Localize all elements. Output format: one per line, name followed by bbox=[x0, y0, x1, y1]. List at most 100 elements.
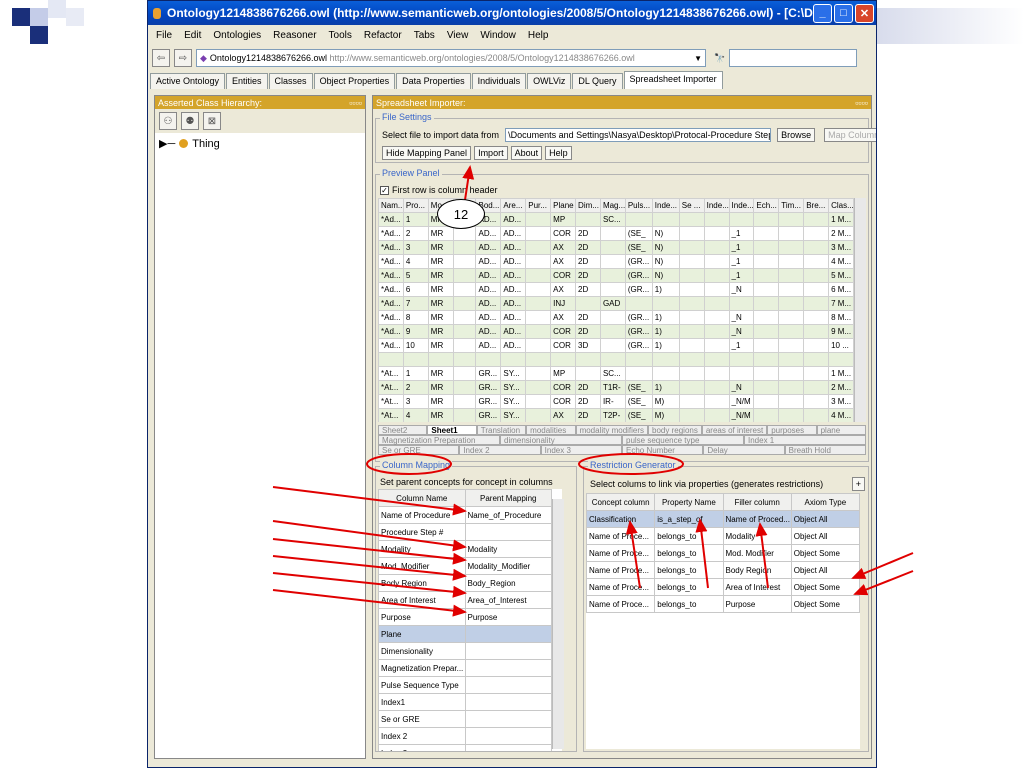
column-mapping-cell[interactable]: Area of Interest bbox=[378, 591, 466, 609]
preview-cell[interactable]: AD... bbox=[500, 240, 527, 255]
preview-cell[interactable] bbox=[703, 352, 730, 367]
preview-cell[interactable]: 2D bbox=[575, 282, 601, 297]
preview-column-header[interactable]: Are... bbox=[500, 198, 527, 213]
forward-icon[interactable]: ⇨ bbox=[174, 49, 192, 67]
preview-cell[interactable] bbox=[778, 366, 805, 381]
preview-cell[interactable] bbox=[550, 352, 577, 367]
preview-cell[interactable]: (GR... bbox=[624, 338, 653, 353]
preview-cell[interactable]: *At... bbox=[378, 380, 404, 395]
preview-cell[interactable]: AX bbox=[550, 254, 577, 269]
preview-cell[interactable] bbox=[525, 324, 552, 339]
preview-cell[interactable]: 4 M... bbox=[828, 408, 854, 422]
preview-cell[interactable] bbox=[678, 310, 705, 325]
preview-cell[interactable]: AD... bbox=[475, 338, 502, 353]
preview-cell[interactable] bbox=[678, 394, 705, 409]
preview-cell[interactable]: _1 bbox=[728, 338, 755, 353]
preview-cell[interactable] bbox=[678, 380, 705, 395]
preview-column-header[interactable]: Plane bbox=[550, 198, 577, 213]
preview-cell[interactable] bbox=[575, 296, 601, 311]
preview-cell[interactable]: GR... bbox=[475, 394, 502, 409]
preview-cell[interactable]: AD... bbox=[475, 324, 502, 339]
preview-column-header[interactable]: Dim... bbox=[575, 198, 601, 213]
restriction-cell[interactable]: is_a_step_of bbox=[654, 510, 724, 528]
preview-cell[interactable] bbox=[525, 366, 552, 381]
preview-cell[interactable]: (SE_ bbox=[624, 394, 653, 409]
preview-cell[interactable] bbox=[678, 296, 705, 311]
preview-cell[interactable] bbox=[703, 268, 730, 283]
preview-cell[interactable]: 2 bbox=[402, 226, 429, 241]
restriction-row[interactable]: Name of Proce... belongs_to Body Region Obj… bbox=[585, 561, 861, 579]
delete-class-icon[interactable]: ⊠ bbox=[203, 112, 221, 130]
column-mapping-cell[interactable]: Modality bbox=[464, 540, 552, 558]
preview-cell[interactable]: M) bbox=[651, 408, 680, 422]
preview-column-header[interactable]: Inde... bbox=[651, 198, 680, 213]
preview-cell[interactable]: 3 M... bbox=[828, 394, 854, 409]
preview-cell[interactable]: 3D bbox=[575, 338, 601, 353]
preview-cell[interactable] bbox=[525, 212, 552, 227]
ontology-selector[interactable]: ◆ Ontology1214838676266.owl http://www.s… bbox=[196, 49, 706, 67]
preview-cell[interactable]: COR bbox=[550, 324, 577, 339]
restriction-cell[interactable]: Name of Proce... bbox=[585, 578, 656, 596]
restriction-header[interactable]: Concept column bbox=[585, 493, 656, 511]
column-mapping-row[interactable]: Mod. Modifier Modality_Modifier bbox=[378, 557, 552, 575]
preview-cell[interactable]: 10 bbox=[402, 338, 429, 353]
preview-cell[interactable] bbox=[778, 226, 805, 241]
preview-cell[interactable]: 2D bbox=[575, 394, 601, 409]
restriction-row[interactable]: Name of Proce... belongs_to Mod. Modifier O… bbox=[585, 544, 861, 562]
preview-cell[interactable]: 2D bbox=[575, 226, 601, 241]
sheet-tab[interactable]: modality modifiers bbox=[575, 425, 649, 435]
column-mapping-cell[interactable]: Body Region bbox=[378, 574, 466, 592]
preview-cell[interactable]: _N bbox=[728, 282, 755, 297]
preview-cell[interactable]: MR bbox=[427, 324, 454, 339]
panel-controls-icon[interactable]: ▫▫▫▫ bbox=[349, 98, 362, 108]
tab-active-ontology[interactable]: Active Ontology bbox=[150, 73, 226, 89]
restriction-cell[interactable]: belongs_to bbox=[654, 527, 724, 545]
sheet-tab[interactable]: areas of interest bbox=[701, 425, 768, 435]
preview-cell[interactable] bbox=[753, 254, 780, 269]
preview-cell[interactable]: MR bbox=[427, 380, 454, 395]
preview-cell[interactable] bbox=[703, 226, 730, 241]
preview-cell[interactable]: SC... bbox=[599, 212, 626, 227]
tree-item-thing[interactable]: ▶─ Thing bbox=[155, 133, 365, 154]
column-mapping-cell[interactable]: Name_of_Procedure bbox=[464, 506, 552, 524]
restriction-cell[interactable]: Modality bbox=[722, 527, 792, 545]
column-mapping-header[interactable]: Column Name bbox=[378, 489, 466, 507]
restriction-cell[interactable]: Object All bbox=[790, 527, 861, 545]
preview-cell[interactable] bbox=[525, 296, 552, 311]
preview-column-header[interactable]: Clas... bbox=[828, 198, 854, 213]
restriction-header[interactable]: Filler column bbox=[722, 493, 792, 511]
preview-column-header[interactable]: Nam... bbox=[378, 198, 404, 213]
column-mapping-row[interactable]: Index 3 bbox=[378, 744, 552, 751]
column-mapping-cell[interactable] bbox=[464, 642, 552, 660]
column-mapping-cell[interactable]: Pulse Sequence Type bbox=[378, 676, 466, 694]
preview-cell[interactable] bbox=[753, 394, 780, 409]
restriction-cell[interactable]: Classification bbox=[585, 510, 656, 528]
preview-cell[interactable] bbox=[624, 366, 653, 381]
preview-cell[interactable] bbox=[703, 240, 730, 255]
column-mapping-cell[interactable] bbox=[464, 744, 552, 751]
preview-cell[interactable]: 1) bbox=[651, 338, 680, 353]
menu-ontologies[interactable]: Ontologies bbox=[207, 30, 267, 41]
column-mapping-cell[interactable] bbox=[464, 659, 552, 677]
preview-cell[interactable]: *Ad... bbox=[378, 282, 404, 297]
preview-cell[interactable] bbox=[525, 240, 552, 255]
preview-cell[interactable]: _1 bbox=[728, 226, 755, 241]
preview-cell[interactable]: AD... bbox=[500, 226, 527, 241]
preview-cell[interactable]: _N bbox=[728, 380, 755, 395]
preview-cell[interactable]: 9 bbox=[402, 324, 429, 339]
preview-cell[interactable]: N) bbox=[651, 268, 680, 283]
preview-cell[interactable] bbox=[703, 254, 730, 269]
preview-column-header[interactable]: Ech... bbox=[753, 198, 780, 213]
preview-cell[interactable] bbox=[678, 324, 705, 339]
preview-cell[interactable] bbox=[678, 282, 705, 297]
sheet-tab[interactable]: modalities bbox=[526, 425, 576, 435]
preview-cell[interactable]: AX bbox=[550, 408, 577, 422]
preview-cell[interactable]: 2D bbox=[575, 310, 601, 325]
preview-cell[interactable]: _N bbox=[728, 324, 755, 339]
preview-cell[interactable]: MR bbox=[427, 366, 454, 381]
preview-cell[interactable]: 2D bbox=[575, 380, 601, 395]
preview-cell[interactable] bbox=[753, 240, 780, 255]
search-input[interactable] bbox=[729, 49, 858, 67]
preview-cell[interactable] bbox=[452, 254, 477, 269]
preview-column-header[interactable]: Pro... bbox=[402, 198, 429, 213]
